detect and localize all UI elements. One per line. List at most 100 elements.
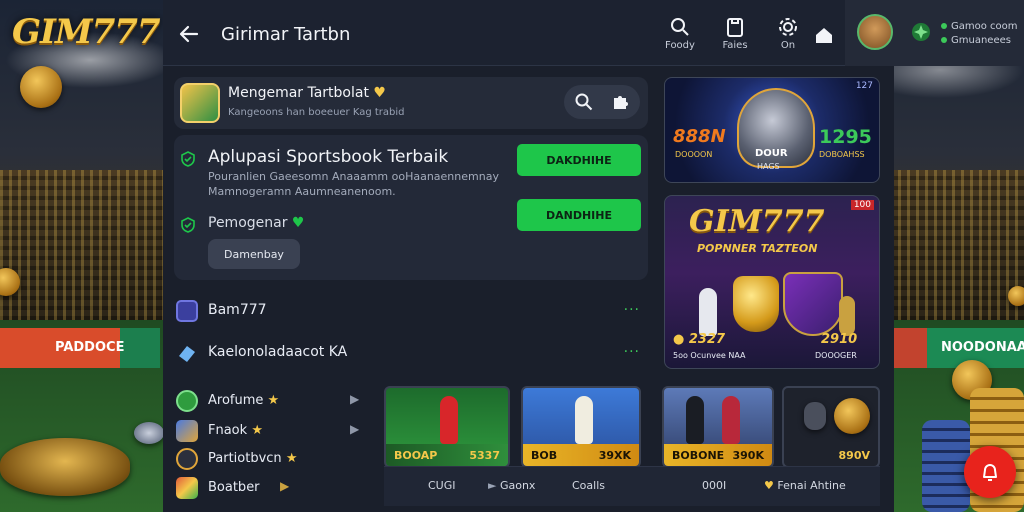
star-icon: ★ [285, 451, 298, 466]
home-icon [816, 28, 832, 43]
download-button-secondary[interactable]: DANDHIHE [517, 199, 641, 231]
game-tile[interactable]: BOB 39XK [521, 386, 641, 468]
feature-label-text: Pemogenar [208, 215, 288, 231]
crowd-right [889, 170, 1024, 320]
settings-icon [779, 18, 797, 36]
side-item-partiotbvcn[interactable]: Partiotbvcn ★ [174, 446, 374, 472]
side-item-boatber[interactable]: Boatber ▶ [174, 475, 374, 501]
tile-caption: BOB 39XK [523, 444, 639, 466]
game-icon [176, 300, 198, 322]
side-item-label: Arofume ★ [208, 393, 279, 408]
promo-right-sub: DOOOGER [815, 351, 857, 360]
tile-caption-left: BOB [531, 448, 558, 462]
crowd-left [0, 170, 165, 320]
shield-emblem [783, 272, 843, 336]
avatar[interactable] [857, 14, 893, 50]
check-shield-icon [181, 151, 195, 167]
feature-card: Aplupasi Sportsbook Terbaik Pouranlien G… [174, 135, 648, 280]
user-box[interactable]: Gamoo coom Gmuaneees [845, 0, 1024, 66]
status-dot-icon [941, 37, 947, 43]
gift-icon [176, 477, 198, 499]
chevron-right-icon: ▶ [280, 479, 290, 493]
side-item-fnaok[interactable]: Fnaok ★ ▶ [174, 418, 374, 444]
clipboard-icon [727, 18, 743, 37]
coin-decoration [1008, 286, 1024, 306]
chevron-right-icon: ▶ [350, 422, 360, 436]
tile-caption-right: 5337 [469, 448, 500, 462]
tile-caption: 890V [784, 444, 878, 466]
trophy-icon [733, 276, 779, 332]
top-action-search[interactable]: Foody [657, 16, 703, 51]
stadium-board-left: PADDOCE [0, 328, 160, 368]
star-icon: ★ [251, 423, 263, 438]
list-item-label: Bam777 [208, 302, 267, 318]
bell-icon [983, 464, 997, 481]
player-figure [686, 396, 704, 444]
promo-left-number: ● 2327 [673, 332, 725, 347]
tab-fenai-label: Fenai Ahtine [777, 479, 846, 492]
game-tile[interactable]: BOBONE 390K [662, 386, 774, 468]
tab-gaonx[interactable]: ► Gaonx [488, 479, 535, 492]
feature-label: Pemogenar ♥ [208, 215, 304, 231]
leaf-badge-icon [912, 23, 930, 41]
feature-description: Pouranlien Gaeesomn Anaaamm ooHaanaennem… [208, 170, 499, 198]
tab-coalls[interactable]: Coalls [572, 479, 605, 492]
side-item-label: Fnaok ★ [208, 423, 263, 438]
header-icon-pill [564, 85, 640, 119]
brand-logo[interactable]: GIM777 [12, 12, 161, 52]
promo-tag: 100 [850, 200, 874, 210]
tab-fenai-ahtine[interactable]: ♥ Fenai Ahtine [764, 479, 846, 492]
user-info: Gamoo coom Gmuaneees [941, 20, 1018, 48]
app-header-title: Mengemar Tartbolat ♥ [228, 85, 386, 101]
list-item[interactable]: Kaelonoladaacot KA ... [174, 338, 648, 368]
more-dots-icon[interactable]: ... [624, 298, 640, 314]
chevron-right-icon: ▶ [350, 392, 360, 406]
promo-right-sub: DOBOAHSS [819, 150, 865, 159]
player-figure [575, 396, 593, 444]
back-arrow-icon[interactable] [177, 22, 201, 46]
side-item-label: Partiotbvcn ★ [208, 451, 297, 466]
promo-left-number: 888N [673, 126, 726, 147]
tile-caption-right: 890V [838, 448, 870, 462]
coin-icon: ● [673, 332, 685, 347]
promo-banner-top[interactable]: 127 888N DOOOON DOUR HAGS 1295 DOBOAHSS [664, 77, 880, 183]
search-icon[interactable] [574, 92, 594, 112]
page-title: Girimar Tartbn [221, 24, 351, 45]
side-item-arofume[interactable]: Arofume ★ ▶ [174, 388, 374, 414]
download-button-primary[interactable]: DAKDHIHE [517, 144, 641, 176]
promo-right-number: 2910 [821, 332, 858, 347]
torch-icon [839, 296, 855, 336]
chip-stack-blue [922, 420, 970, 512]
tab-cugi[interactable]: CUGI [428, 479, 456, 492]
top-action-home[interactable] [801, 16, 847, 46]
side-item-label-text: Partiotbvcn [208, 451, 282, 466]
app-icon[interactable] [180, 83, 220, 123]
game-tile[interactable]: 890V [782, 386, 880, 468]
promo-center-text: DOUR [755, 148, 788, 159]
stadium-board-right: NOODONAA [889, 328, 1024, 368]
notification-fab[interactable] [964, 446, 1016, 498]
player-figure [699, 288, 717, 336]
game-tile[interactable]: BOOAP 5337 [384, 386, 510, 468]
chip-decoration [134, 422, 164, 444]
tile-caption-right: 39XK [598, 448, 631, 462]
tab-000i[interactable]: 000I [702, 479, 726, 492]
puzzle-icon[interactable] [610, 92, 630, 112]
top-action-files[interactable]: Faies [712, 16, 758, 51]
secondary-pill-button[interactable]: Damenbay [208, 239, 300, 269]
more-dots-icon[interactable]: ... [624, 340, 640, 356]
tile-caption-right: 390K [732, 448, 765, 462]
promo-subtitle: POPNNER TAZTEON [697, 242, 818, 255]
user-line-1: Gamoo coom [951, 21, 1018, 32]
list-item[interactable]: Bam777 ... [174, 296, 648, 326]
heart-icon: ♥ [291, 215, 305, 231]
shield-icon: ♥ [373, 85, 386, 101]
promo-title: GIM777 [689, 204, 825, 239]
side-item-label-text: Arofume [208, 393, 264, 408]
top-action-label: Foody [665, 40, 695, 51]
promo-right-number: 1295 [819, 126, 872, 148]
coin-icon [834, 398, 870, 434]
promo-banner-main[interactable]: 100 GIM777 POPNNER TAZTEON ● 2327 5oo Oc… [664, 195, 880, 369]
side-item-label-text: Fnaok [208, 423, 248, 438]
ticket-icon [176, 342, 198, 364]
